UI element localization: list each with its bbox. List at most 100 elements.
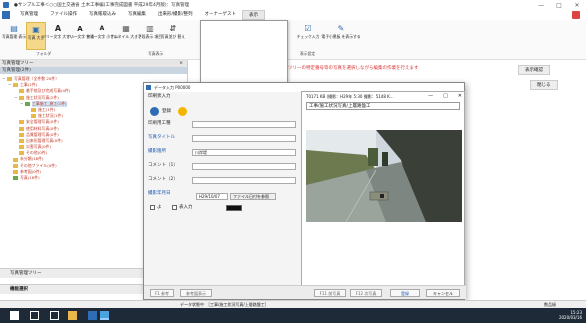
menu-bar: 写真管理 ファイル操作 写真帳取込み 写真編集 出来形/撮影/整列 オーナーゲス… — [0, 10, 586, 20]
check1-box[interactable] — [150, 205, 155, 210]
folder-icon — [19, 126, 24, 131]
check1-label: よ — [157, 205, 162, 210]
form-input[interactable] — [192, 177, 296, 184]
photo-viewer-titlebar: T0171 KB (撮影：H29年 5:30 撮影：5148 K... — □ … — [306, 92, 462, 101]
folder-icon — [31, 114, 36, 119]
form-fields: 印刷用工種 写真タイトル 撮影箇所 川岸堤 コメント（1） コメント（2） 撮影年月日 — [148, 119, 298, 203]
form-row: 写真タイトル — [148, 133, 298, 147]
photo-minimize-button[interactable]: — — [428, 92, 433, 101]
folder-icon — [19, 120, 24, 125]
check2-label: 表入力 — [179, 205, 193, 210]
ribbon-check-input-button[interactable]: ☑ チェック入力 — [296, 22, 320, 50]
folder-icon — [19, 95, 24, 100]
ribbon-group-photo-view: 写真表示 — [148, 51, 164, 56]
folder-icon — [13, 169, 18, 174]
tree-expand-icon[interactable]: − — [2, 76, 6, 82]
dialog-icon — [146, 85, 151, 90]
tree-expand-icon[interactable]: − — [20, 101, 24, 107]
dialog-footer: F1 参考 参考図表示 F11 前写真 F12 次写真 登録 キャンセル — [144, 285, 466, 299]
window-title: ●サンプル工事＜○○国土交通省 土木工事編(工事完成図書 平成29年4月版)：写… — [14, 3, 190, 8]
check-row: よ 表入力 — [148, 205, 298, 225]
camera-icon[interactable] — [178, 107, 187, 116]
photo-maximize-button[interactable]: □ — [443, 92, 448, 101]
file-date-button[interactable]: ファイル日付を参照 — [230, 193, 276, 200]
photo-classification-field[interactable]: 工事/施工状況写真/上層路盤工 — [306, 102, 460, 110]
reference-view-button[interactable]: 参考図表示 — [180, 289, 212, 297]
ribbon-sort-button[interactable]: ⇵ 写真並び 替え — [161, 22, 185, 50]
color-select[interactable] — [226, 205, 242, 211]
menu-sort[interactable]: 出来形/撮影/整列 — [152, 10, 199, 20]
close-panel-button[interactable]: 閉じる — [530, 80, 558, 90]
menu-import[interactable]: 写真帳取込み — [83, 10, 122, 20]
tree-panel-header: 写真管理ツリー × — [0, 60, 187, 67]
photo-viewer-controls: — □ ✕ — [428, 92, 462, 101]
ribbon-lower-pane-button[interactable]: ▥ 下段表示 項目 — [138, 22, 162, 50]
ribbon-tree-text-large-button[interactable]: A ツリー文字 大きい — [42, 22, 74, 50]
app-taskbar-icon[interactable] — [88, 311, 97, 320]
form-row: コメント（2） — [148, 175, 298, 189]
menu-edit[interactable]: 写真編集 — [122, 10, 152, 20]
help-icon[interactable] — [572, 11, 580, 19]
prev-photo-button[interactable]: F11 前写真 — [314, 289, 346, 297]
register-label: 登録 — [162, 109, 171, 114]
menu-photo-manage[interactable]: 写真管理 — [14, 10, 44, 20]
view-confirm-button[interactable]: 表示確認 — [518, 65, 550, 75]
folder-icon — [25, 101, 30, 106]
ribbon-tree-text-small-button[interactable]: A ツリー文字 小さい — [86, 22, 118, 50]
folder-icon — [19, 145, 24, 150]
folder-icon — [13, 163, 18, 168]
register-icon[interactable] — [150, 107, 159, 116]
form-row: 撮影箇所 川岸堤 — [148, 147, 298, 161]
explorer-icon[interactable] — [68, 311, 77, 320]
dialog-form: 登録 印刷用工種 写真タイトル 撮影箇所 川岸堤 コメント（1） コメント（2） 撮影年月日… — [148, 105, 298, 225]
f1-reference-button[interactable]: F1 参考 — [150, 289, 174, 297]
ribbon-blackboard-button[interactable]: ✎ 電子小黒板 を表示する — [321, 22, 360, 50]
menu-view[interactable]: 表示 — [242, 10, 266, 20]
windows-start-icon[interactable] — [10, 311, 19, 320]
folder-icon — [31, 108, 36, 113]
folder-icon — [19, 138, 24, 143]
system-tray: 15:23 2020/03/16 — [559, 310, 582, 320]
ribbon-thumbnail-size-button[interactable]: ▦ サムネイル 大きさ — [110, 22, 142, 50]
notice-text: ツリーの特定番号等の写真を選択しながら編集の作業を行えます — [288, 66, 419, 71]
search-icon[interactable] — [30, 311, 39, 320]
menu-file[interactable]: ファイル操作 — [44, 10, 83, 20]
maximize-button[interactable]: □ — [550, 0, 568, 10]
tree-item-label: 写真(18件) — [20, 175, 40, 180]
ribbon-photo-manage-button[interactable]: ▤ 写真管理 表示 — [2, 22, 26, 50]
active-app-icon[interactable] — [100, 311, 109, 320]
folder-icon — [13, 157, 18, 162]
form-input[interactable]: 川岸堤 — [192, 149, 296, 156]
check2-box[interactable] — [172, 205, 177, 210]
form-input[interactable] — [192, 135, 296, 142]
tree-panel-close-button[interactable]: × — [179, 60, 183, 67]
window-titlebar: ●サンプル工事＜○○国土交通省 土木工事編(工事完成図書 平成29年4月版)：写… — [0, 0, 586, 10]
form-input[interactable] — [192, 121, 296, 128]
folder-icon — [7, 77, 12, 82]
cancel-button[interactable]: キャンセル — [426, 289, 460, 297]
save-button[interactable]: 登録 — [390, 289, 420, 297]
folder-icon — [19, 89, 24, 94]
menu-app-icon — [2, 11, 10, 19]
form-input[interactable] — [192, 163, 296, 170]
ribbon-group-folder: フォルダ — [36, 51, 52, 56]
date-row: H29/10/07 ファイル日付を参照 — [148, 193, 298, 215]
folder-icon — [19, 132, 24, 137]
menu-owner[interactable]: オーナーゲスト — [199, 10, 243, 20]
register-row: 登録 — [148, 105, 298, 119]
tree-expand-icon[interactable]: − — [8, 82, 12, 88]
close-button[interactable]: ✕ — [568, 0, 586, 10]
status-bar: データ状態中 ［工事/施工状況写真/上層路盤工］ 数品級 — [0, 300, 586, 308]
construction-photo-image — [306, 130, 462, 222]
minimize-button[interactable]: — — [532, 0, 550, 10]
form-row: コメント（1） — [148, 161, 298, 175]
folder-icon — [19, 151, 24, 156]
clock-date: 2020/03/16 — [558, 315, 582, 320]
date-input[interactable]: H29/10/07 — [196, 193, 228, 200]
tree-expand-icon[interactable]: − — [14, 95, 18, 101]
photo-close-button[interactable]: ✕ — [458, 92, 462, 101]
task-view-icon[interactable] — [50, 311, 59, 320]
next-photo-button[interactable]: F12 次写真 — [350, 289, 382, 297]
photo-viewer: T0171 KB (撮影：H29年 5:30 撮影：5148 K... — □ … — [301, 91, 465, 287]
form-row: 印刷用工種 — [148, 119, 298, 133]
